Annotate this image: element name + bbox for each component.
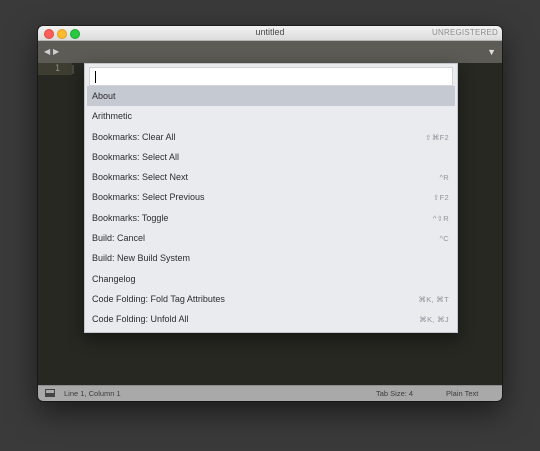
- command-label: Bookmarks: Clear All: [92, 131, 176, 142]
- command-palette-input[interactable]: [89, 67, 453, 86]
- text-caret: [95, 71, 96, 83]
- command-item[interactable]: Bookmarks: Toggle ^⇧R: [87, 208, 455, 228]
- cursor-position[interactable]: Line 1, Column 1: [64, 389, 121, 398]
- command-item[interactable]: Build: New Build System: [87, 248, 455, 268]
- command-label: Bookmarks: Toggle: [92, 212, 169, 223]
- command-item[interactable]: Bookmarks: Select Next ^R: [87, 167, 455, 187]
- command-item[interactable]: About: [87, 86, 455, 107]
- command-item[interactable]: Build: Cancel ^C: [87, 228, 455, 248]
- command-list: About Arithmetic Bookmarks: Clear All ⇧⌘F2 B…: [87, 86, 455, 330]
- command-item[interactable]: Changelog: [87, 269, 455, 289]
- tab-size[interactable]: Tab Size: 4: [376, 389, 413, 398]
- forward-arrow-icon[interactable]: ▶: [53, 47, 59, 56]
- command-label: About: [92, 91, 116, 101]
- syntax-selector[interactable]: Plain Text: [446, 389, 478, 398]
- panel-toggle-icon[interactable]: [45, 389, 55, 397]
- command-label: Code Folding: Fold Tag Attributes: [92, 293, 225, 304]
- command-label: Build: Cancel: [92, 233, 146, 244]
- tab-menu-icon[interactable]: ▼: [487, 47, 496, 57]
- command-shortcut: ⌘K, ⌘J: [419, 315, 449, 325]
- command-item[interactable]: Arithmetic: [87, 106, 455, 126]
- command-label: Arithmetic: [92, 111, 133, 122]
- command-shortcut: ^⇧R: [432, 213, 449, 223]
- command-shortcut: ^R: [439, 173, 449, 183]
- command-item[interactable]: Bookmarks: Clear All ⇧⌘F2: [87, 127, 455, 147]
- title-bar: untitled UNREGISTERED: [38, 26, 502, 41]
- command-palette: About Arithmetic Bookmarks: Clear All ⇧⌘F2 B…: [84, 63, 458, 333]
- back-arrow-icon[interactable]: ◀: [44, 47, 50, 56]
- license-status: UNREGISTERED: [432, 28, 498, 37]
- command-shortcut: ⇧⌘F2: [425, 132, 449, 142]
- gutter-line-highlight: 1: [38, 63, 72, 75]
- line-number: 1: [54, 64, 60, 74]
- status-bar: Line 1, Column 1 Tab Size: 4 Plain Text: [38, 385, 502, 401]
- command-item[interactable]: Bookmarks: Select Previous ⇧F2: [87, 187, 455, 207]
- command-item[interactable]: Code Folding: Unfold All ⌘K, ⌘J: [87, 309, 455, 329]
- command-label: Bookmarks: Select Next: [92, 172, 189, 183]
- command-label: Bookmarks: Select Previous: [92, 192, 205, 203]
- command-label: Code Folding: Unfold All: [92, 314, 189, 325]
- command-label: Build: New Build System: [92, 253, 191, 264]
- command-label: Bookmarks: Select All: [92, 151, 180, 162]
- command-shortcut: ⌘K, ⌘T: [418, 294, 449, 304]
- command-shortcut: ⇧F2: [433, 193, 449, 203]
- command-item[interactable]: Code Folding: Fold Tag Attributes ⌘K, ⌘T: [87, 289, 455, 309]
- current-line-marker: [72, 65, 74, 74]
- tab-bar: ◀ ▶ ▼: [38, 41, 502, 63]
- command-item[interactable]: Bookmarks: Select All: [87, 147, 455, 167]
- command-label: Changelog: [92, 273, 136, 284]
- command-shortcut: ^C: [439, 234, 449, 244]
